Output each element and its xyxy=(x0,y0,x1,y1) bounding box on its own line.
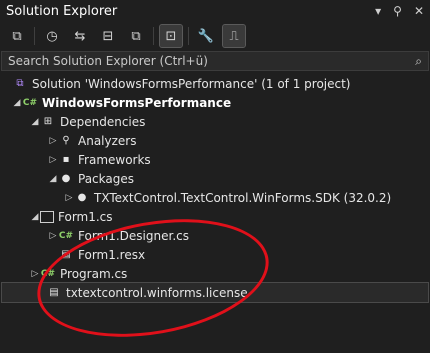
package-icon: ● xyxy=(61,173,71,184)
analyzers-icon: ⚲ xyxy=(62,135,70,146)
tree-item-form1[interactable]: ◢ Form1.cs xyxy=(30,207,113,226)
chevron-down-icon[interactable]: ◢ xyxy=(48,174,58,184)
chevron-right-icon[interactable]: ▷ xyxy=(48,136,58,146)
preview-icon[interactable]: ⎍ xyxy=(222,24,246,48)
toolbar-separator xyxy=(34,27,35,45)
tree-item-package[interactable]: ▷ ● TXTextControl.TextControl.WinForms.S… xyxy=(64,188,392,207)
chevron-right-icon[interactable]: ▷ xyxy=(48,231,58,241)
tree-item-dependencies[interactable]: ◢ ⊞ Dependencies xyxy=(30,112,146,131)
show-all-files-icon[interactable]: ⧉ xyxy=(125,25,147,47)
chevron-right-icon[interactable]: ▷ xyxy=(30,269,40,279)
view-toggle-icon[interactable]: ⊡ xyxy=(159,24,183,48)
tree-item-solution[interactable]: ⧉ Solution 'WindowsFormsPerformance' (1 … xyxy=(2,74,351,93)
tree-item-frameworks[interactable]: ▷ ▪ Frameworks xyxy=(48,150,151,169)
tree-item-project[interactable]: ◢ C# WindowsFormsPerformance xyxy=(12,93,232,112)
toolbar-separator xyxy=(153,27,154,45)
tree-item-label: Analyzers xyxy=(78,133,137,148)
csharp-file-icon: C# xyxy=(58,230,74,241)
vs-icon[interactable]: ⧉ xyxy=(6,25,28,47)
window-title: Solution Explorer xyxy=(6,3,118,19)
tree-item-packages[interactable]: ◢ ● Packages xyxy=(48,169,134,188)
pin-icon[interactable]: ⚲ xyxy=(393,4,402,18)
search-icon[interactable]: ⌕ xyxy=(415,54,422,69)
tree-item-label: Frameworks xyxy=(78,152,151,167)
form-icon xyxy=(40,210,54,223)
dropdown-icon[interactable]: ▾ xyxy=(375,4,381,18)
title-bar: Solution Explorer ▾ ⚲ ✕ xyxy=(0,0,430,22)
sync-icon[interactable]: ⇆ xyxy=(69,25,91,47)
chevron-right-icon[interactable]: ▷ xyxy=(64,193,74,203)
tree-item-label: Packages xyxy=(78,171,134,186)
tree-item-label: Solution 'WindowsFormsPerformance' (1 of… xyxy=(32,76,351,91)
toolbar: ⧉ ◷ ⇆ ⊟ ⧉ ⊡ 🔧 ⎍ xyxy=(0,22,430,50)
search-input[interactable]: Search Solution Explorer (Ctrl+ü) xyxy=(8,54,208,68)
chevron-right-icon[interactable]: ▷ xyxy=(48,155,58,165)
history-icon[interactable]: ◷ xyxy=(41,25,63,47)
title-controls: ▾ ⚲ ✕ xyxy=(375,4,424,18)
search-box[interactable]: Search Solution Explorer (Ctrl+ü) ⌕ xyxy=(1,51,429,71)
csharp-project-icon: C# xyxy=(22,97,38,108)
chevron-down-icon[interactable]: ◢ xyxy=(12,98,22,108)
package-icon: ● xyxy=(77,192,87,203)
frameworks-icon: ▪ xyxy=(62,154,70,165)
tree-item-analyzers[interactable]: ▷ ⚲ Analyzers xyxy=(48,131,137,150)
chevron-down-icon[interactable]: ◢ xyxy=(30,212,40,222)
toolbar-separator xyxy=(188,27,189,45)
close-icon[interactable]: ✕ xyxy=(414,4,424,18)
tree-item-label: Form1.cs xyxy=(58,209,113,224)
tree-item-label: WindowsFormsPerformance xyxy=(42,95,232,110)
properties-icon[interactable]: 🔧 xyxy=(195,25,217,47)
solution-icon: ⧉ xyxy=(16,78,24,89)
chevron-down-icon[interactable]: ◢ xyxy=(30,117,40,127)
tree-item-label: Dependencies xyxy=(60,114,146,129)
tree-item-label: TXTextControl.TextControl.WinForms.SDK (… xyxy=(94,190,392,205)
collapse-icon[interactable]: ⊟ xyxy=(97,25,119,47)
dependencies-icon: ⊞ xyxy=(43,116,53,127)
